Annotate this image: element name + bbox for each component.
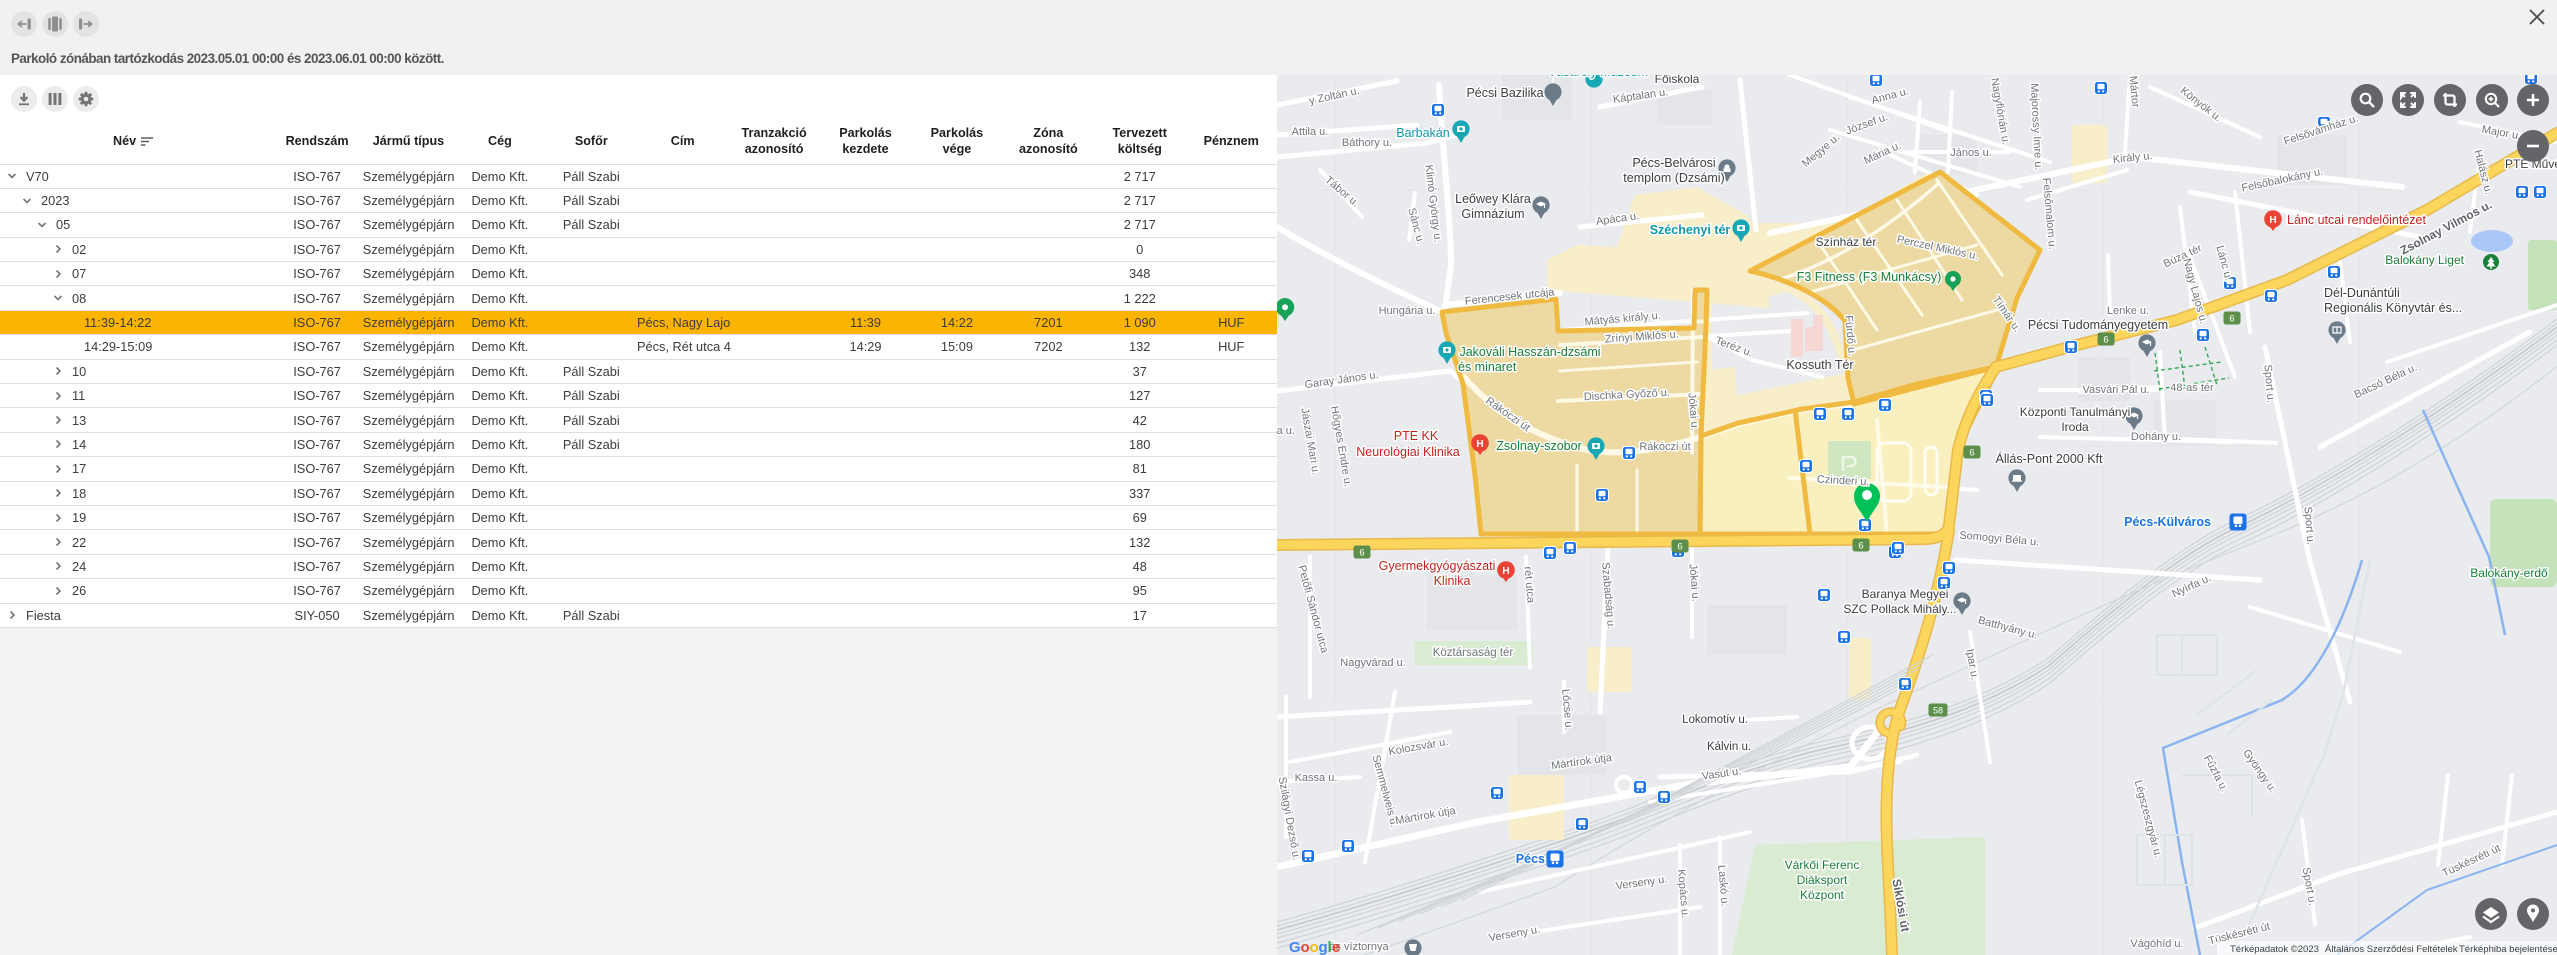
svg-text:Általános Szerződési Feltétele: Általános Szerződési Feltételek: [2325, 944, 2458, 955]
svg-text:g: g: [1319, 939, 1328, 955]
svg-text:G: G: [1289, 939, 1301, 955]
svg-text:Térképhiba bejelentése: Térképhiba bejelentése: [2459, 944, 2557, 955]
svg-text:o: o: [1310, 939, 1319, 955]
svg-text:o: o: [1301, 939, 1310, 955]
svg-text:Térképadatok ©2023: Térképadatok ©2023: [2230, 944, 2319, 955]
svg-text:e: e: [1332, 939, 1340, 955]
